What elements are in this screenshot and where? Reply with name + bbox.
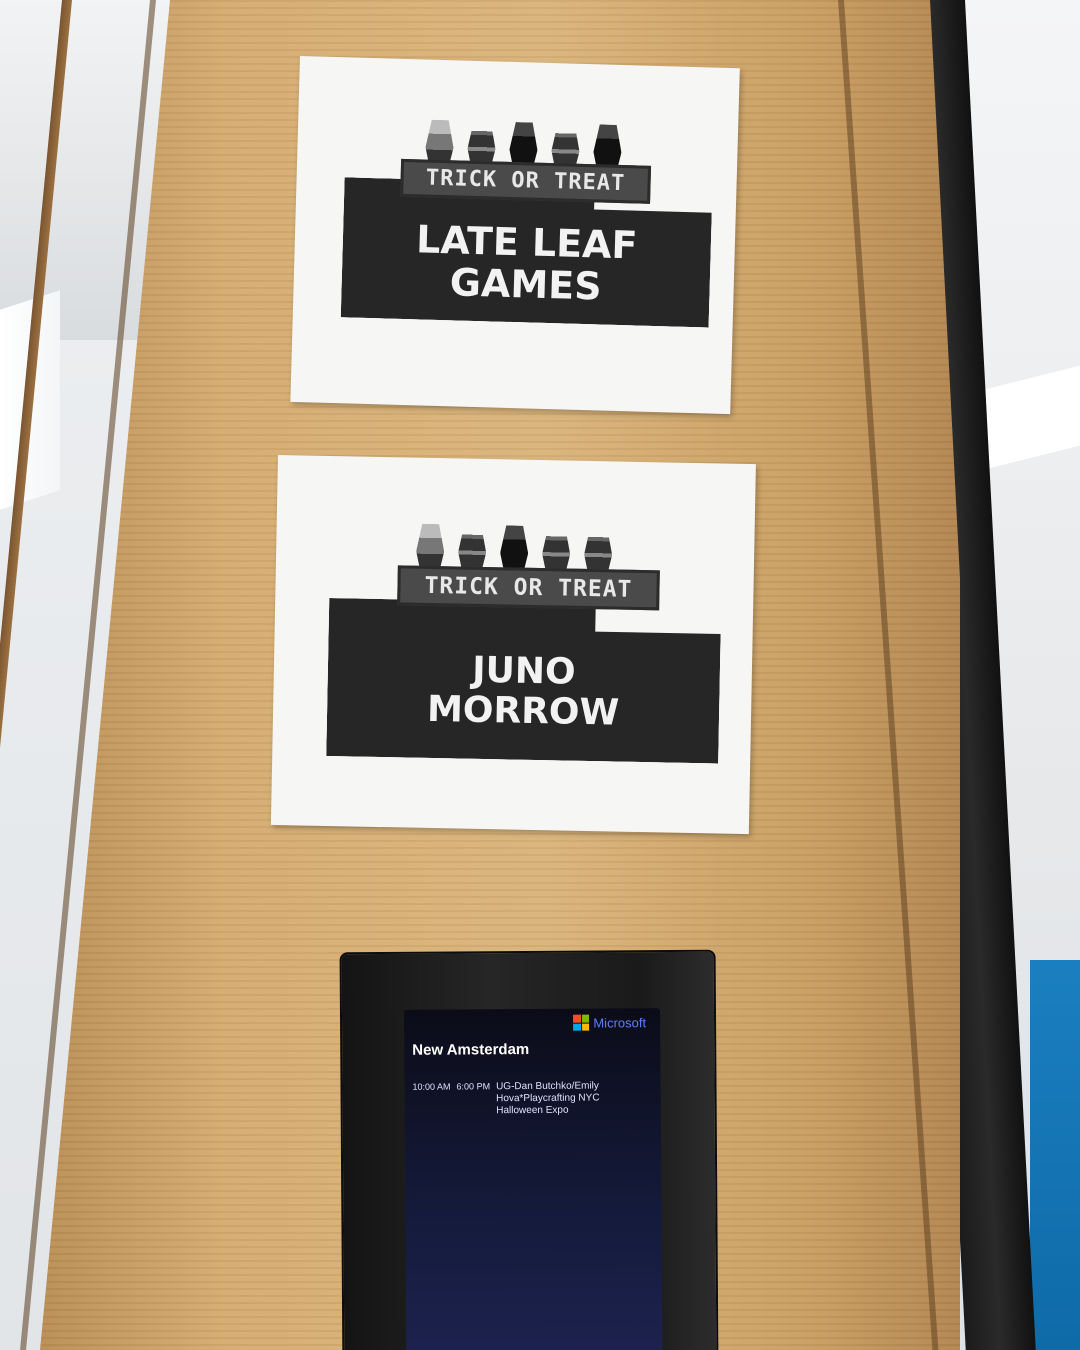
event-title-line: UG-Dan Butchko/Emily <box>496 1080 599 1093</box>
event-start-time: 10:00 AM <box>412 1081 451 1092</box>
poster-name-line: MORROW <box>426 688 620 734</box>
room-name: New Amsterdam <box>412 1040 530 1059</box>
pixel-character-icon <box>416 524 445 571</box>
event-title-line: Hova*Playcrafting NYC <box>496 1092 600 1105</box>
logo-square <box>573 1023 581 1031</box>
room-display-panel: Microsoft New Amsterdam 10:00 AM 6:00 PM… <box>341 951 717 1350</box>
poster-header: TRICK OR TREAT <box>397 565 660 611</box>
blue-wall-panel <box>1030 960 1080 1350</box>
brand-name: Microsoft <box>593 1014 647 1031</box>
poster-name-block: JUNO MORROW <box>326 598 721 763</box>
event-end-time: 6:00 PM <box>456 1081 491 1092</box>
event-title-line: Halloween Expo <box>496 1104 569 1117</box>
pixel-character-icon <box>500 525 529 572</box>
logo-square <box>581 1023 590 1031</box>
pixel-character-icon <box>542 526 571 573</box>
poster-juno-morrow: JUNO MORROW TRICK OR TREAT <box>270 455 756 835</box>
room-display-screen[interactable]: Microsoft New Amsterdam 10:00 AM 6:00 PM… <box>403 1008 663 1350</box>
hallway-scene: LATE LEAF GAMES TRICK OR TREAT JUNO MORR… <box>0 0 1080 1350</box>
event-title: UG-Dan Butchko/Emily Hova*Playcrafting N… <box>496 1081 600 1118</box>
pixel-character-icon <box>584 527 613 574</box>
poster-header: TRICK OR TREAT <box>400 158 652 204</box>
poster-name-line: GAMES <box>449 260 603 309</box>
microsoft-logo-icon <box>573 1014 590 1031</box>
pixel-character-icon <box>458 524 487 571</box>
poster-late-leaf-games: LATE LEAF GAMES TRICK OR TREAT <box>290 56 740 415</box>
logo-square <box>573 1014 581 1023</box>
microsoft-logo: Microsoft <box>573 1014 646 1031</box>
event-row[interactable]: 10:00 AM 6:00 PM UG-Dan Butchko/Emily Ho… <box>412 1080 652 1118</box>
logo-square <box>581 1014 590 1023</box>
